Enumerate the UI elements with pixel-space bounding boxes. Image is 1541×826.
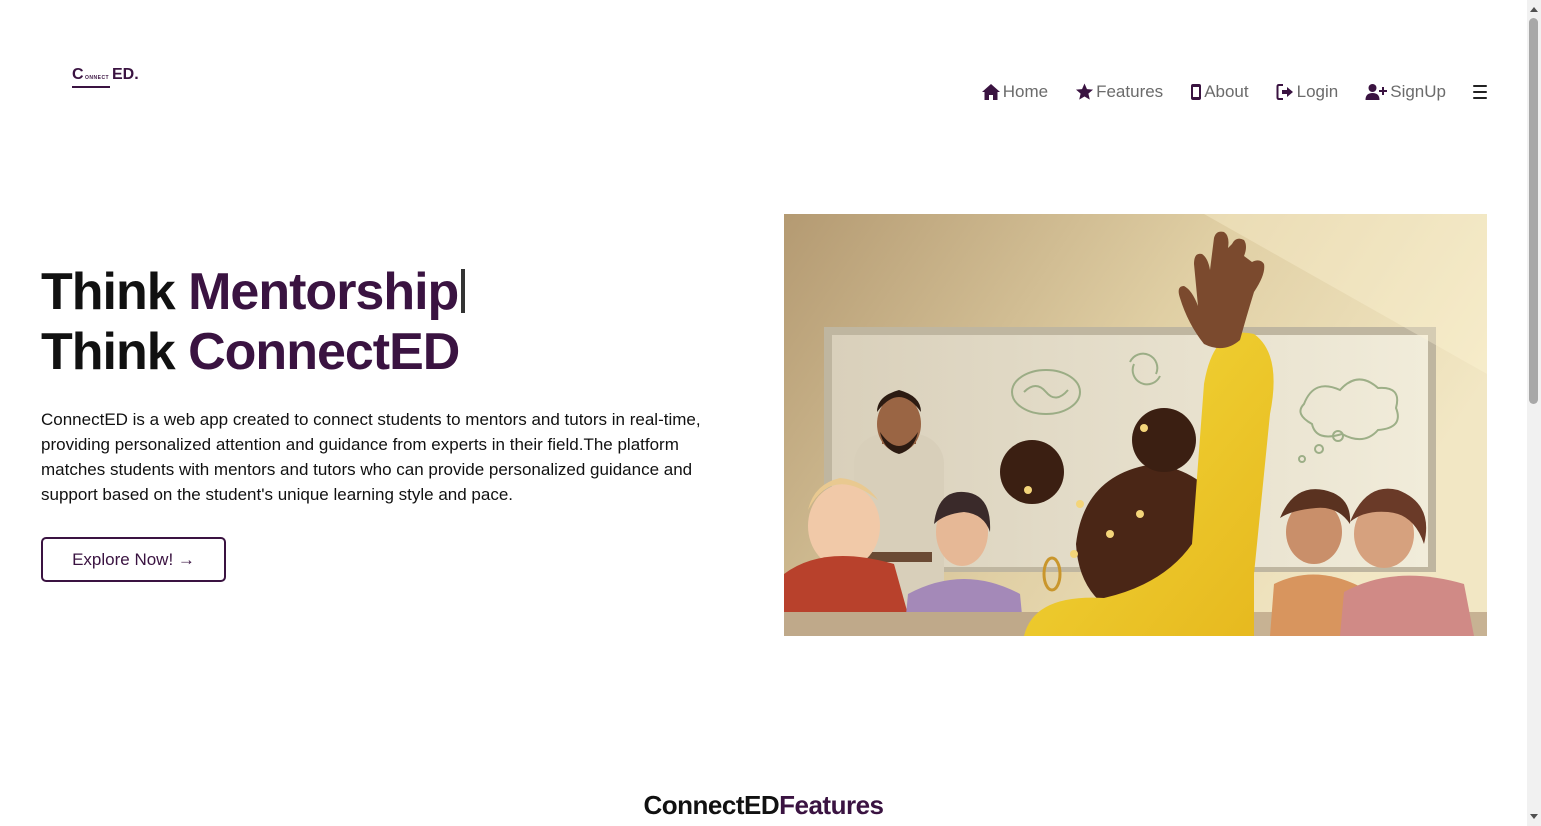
hero-illustration <box>784 214 1487 636</box>
nav-login-label: Login <box>1296 82 1339 101</box>
nav-about-label: About <box>1204 82 1249 101</box>
logo-small-text: ONNECT <box>85 75 110 81</box>
nav-about[interactable]: About <box>1190 82 1249 102</box>
login-icon <box>1276 84 1293 100</box>
hamburger-line <box>1473 97 1487 99</box>
features-heading: ConnectEDFeatures <box>0 790 1527 821</box>
nav-signup-label: SignUp <box>1390 82 1446 101</box>
user-plus-icon <box>1365 84 1388 100</box>
nav-features-label: Features <box>1096 82 1164 101</box>
hero-title: Think Mentorship Think ConnectED <box>41 262 466 382</box>
hamburger-line <box>1473 85 1487 87</box>
logo-ed-text: ED. <box>112 66 139 83</box>
mobile-icon <box>1191 84 1202 100</box>
home-icon <box>981 84 1000 100</box>
hero-line2-prefix: Think <box>41 323 189 381</box>
page-scrollbar[interactable] <box>1527 0 1541 826</box>
nav-login[interactable]: Login <box>1276 82 1339 102</box>
nav-home-label: Home <box>1002 82 1049 101</box>
hero-line2-accent: ConnectED <box>188 323 460 381</box>
page: C ONNECT ED. Home Features About Login S… <box>0 0 1541 826</box>
logo-underline <box>72 86 110 88</box>
hamburger-line <box>1473 91 1487 93</box>
nav-features[interactable]: Features <box>1075 82 1163 102</box>
classroom-illustration <box>784 214 1487 636</box>
star-icon <box>1076 83 1094 100</box>
hero-line1-prefix: Think <box>41 263 189 321</box>
hero-line1-accent: Mentorship <box>188 263 459 321</box>
logo-letter-c: C <box>72 66 84 83</box>
hamburger-icon[interactable] <box>1473 85 1487 99</box>
features-heading-accent: Features <box>779 790 884 820</box>
main-nav: Home Features About Login SignUp <box>981 80 1487 104</box>
scroll-up-icon[interactable] <box>1530 7 1538 12</box>
typing-cursor <box>461 269 466 313</box>
explore-now-button[interactable]: Explore Now! → <box>41 537 226 582</box>
nav-signup[interactable]: SignUp <box>1365 82 1446 102</box>
hero-description: ConnectED is a web app created to connec… <box>41 410 701 504</box>
nav-home[interactable]: Home <box>981 82 1048 102</box>
features-heading-prefix: ConnectED <box>643 790 780 820</box>
brand-logo[interactable]: C ONNECT ED. <box>72 64 152 92</box>
scroll-down-icon[interactable] <box>1530 814 1538 819</box>
scrollbar-thumb[interactable] <box>1529 18 1538 404</box>
